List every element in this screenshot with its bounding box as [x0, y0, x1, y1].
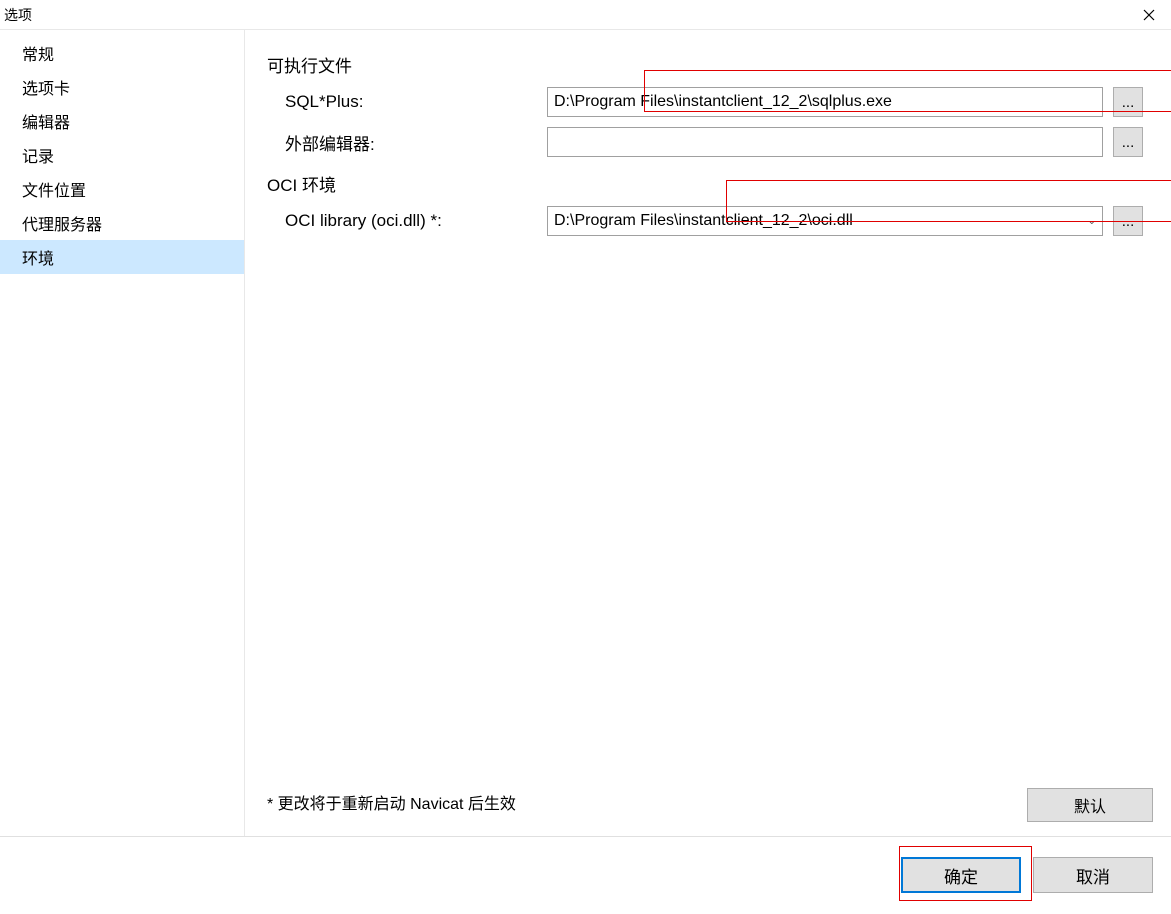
- close-icon: [1143, 9, 1155, 21]
- sidebar-item-editor[interactable]: 编辑器: [0, 104, 244, 138]
- titlebar: 选项: [0, 0, 1171, 30]
- ok-button[interactable]: 确定: [901, 857, 1021, 893]
- defaults-button[interactable]: 默认: [1027, 788, 1153, 822]
- sidebar-item-records[interactable]: 记录: [0, 138, 244, 172]
- external-editor-input[interactable]: [547, 127, 1103, 157]
- row-external-editor: 外部编辑器: ...: [267, 127, 1153, 157]
- sqlplus-input[interactable]: [547, 87, 1103, 117]
- sidebar-item-file-location[interactable]: 文件位置: [0, 172, 244, 206]
- row-oci-library: OCI library (oci.dll) *: D:\Program File…: [267, 206, 1153, 236]
- sidebar-item-general[interactable]: 常规: [0, 36, 244, 70]
- main-area: 常规 选项卡 编辑器 记录 文件位置 代理服务器 环境 可执行文件 SQL*Pl…: [0, 30, 1171, 837]
- external-editor-browse-button[interactable]: ...: [1113, 127, 1143, 157]
- window-title: 选项: [4, 5, 32, 25]
- oci-library-label: OCI library (oci.dll) *:: [267, 211, 527, 231]
- section-executables: 可执行文件: [267, 52, 1153, 77]
- sqlplus-label: SQL*Plus:: [267, 92, 527, 112]
- external-editor-label: 外部编辑器:: [267, 130, 527, 155]
- section-oci: OCI 环境: [267, 171, 1153, 196]
- oci-library-value: D:\Program Files\instantclient_12_2\oci.…: [554, 212, 853, 230]
- footer: 确定 取消: [0, 837, 1171, 913]
- sidebar-item-proxy[interactable]: 代理服务器: [0, 206, 244, 240]
- sqlplus-browse-button[interactable]: ...: [1113, 87, 1143, 117]
- chevron-down-icon: ⌄: [1088, 216, 1096, 227]
- row-sqlplus: SQL*Plus: ...: [267, 87, 1153, 117]
- sidebar-item-tabs[interactable]: 选项卡: [0, 70, 244, 104]
- oci-library-browse-button[interactable]: ...: [1113, 206, 1143, 236]
- oci-library-combo[interactable]: D:\Program Files\instantclient_12_2\oci.…: [547, 206, 1103, 236]
- sidebar: 常规 选项卡 编辑器 记录 文件位置 代理服务器 环境: [0, 30, 245, 836]
- cancel-button[interactable]: 取消: [1033, 857, 1153, 893]
- sidebar-item-environment[interactable]: 环境: [0, 240, 244, 274]
- restart-note: * 更改将于重新启动 Navicat 后生效: [267, 790, 516, 814]
- content-panel: 可执行文件 SQL*Plus: ... 外部编辑器: ... OCI 环境 OC…: [245, 30, 1171, 836]
- close-button[interactable]: [1127, 0, 1171, 30]
